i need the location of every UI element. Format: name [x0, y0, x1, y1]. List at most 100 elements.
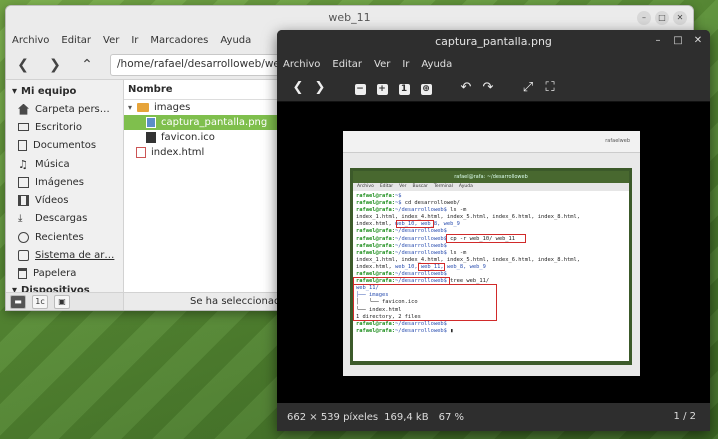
menu-archivo[interactable]: Archivo — [283, 59, 320, 70]
file-name: images — [154, 102, 191, 113]
terminal-menu-item: Archivo — [357, 184, 374, 189]
terminal-command: cd desarrolloweb/ — [401, 200, 460, 207]
terminal-prompt: rafael@rafa: — [356, 193, 395, 199]
image-canvas[interactable]: rafaelweb rafael@rafa: ~/desarrolloweb A… — [277, 102, 710, 403]
toggle-sidebar-button[interactable]: ▣ — [54, 294, 70, 309]
image-viewer-window: captura_pantalla.png – □ ✕ Archivo Edita… — [277, 30, 710, 431]
sidebar-bottom-bar: ▬ 1c ▣ — [6, 292, 123, 310]
zoom-normal-icon: 1 — [398, 84, 410, 95]
sidebar-item-label: Recientes — [35, 231, 84, 243]
sidebar-heading: Mi equipo — [21, 86, 77, 97]
zoom-normal-button[interactable]: 1 — [393, 80, 415, 95]
trash-icon — [18, 268, 27, 280]
sidebar-item-videos[interactable]: Vídeos — [6, 191, 123, 209]
sidebar-section-header[interactable]: ▾ Mi equipo — [6, 80, 123, 100]
terminal-output: rafael@rafa:~$ rafael@rafa:~$ cd desarrol… — [353, 191, 629, 361]
sidebar-item-home[interactable]: Carpeta pers… — [6, 100, 123, 118]
expand-arrow-icon[interactable]: ▾ — [128, 103, 132, 112]
terminal-menu: Archivo Editar Ver Buscar Terminal Ayuda — [353, 183, 629, 191]
menu-ayuda[interactable]: Ayuda — [220, 35, 251, 46]
next-image-button[interactable]: ❯ — [309, 80, 331, 95]
sidebar: ▾ Mi equipo Carpeta pers… Escritorio Doc… — [6, 80, 124, 310]
zoom-in-icon: + — [376, 84, 388, 95]
menu-editar[interactable]: Editar — [332, 59, 362, 70]
terminal-prompt: rafael@rafa: — [356, 242, 395, 249]
forward-button[interactable]: ❯ — [46, 57, 64, 73]
zoom-in-button[interactable]: + — [371, 80, 393, 95]
downloads-icon: ⤓ — [18, 213, 23, 225]
menubar: Archivo Editar Ver Ir Ayuda — [277, 54, 710, 74]
sidebar-item-desktop[interactable]: Escritorio — [6, 118, 123, 136]
sidebar-item-pictures[interactable]: Imágenes — [6, 173, 123, 191]
sidebar-item-label: Carpeta pers… — [35, 103, 110, 115]
highlight-web11 — [418, 263, 445, 271]
image-file-size: 169,4 kB — [384, 411, 429, 423]
terminal-menu-item: Ver — [399, 184, 407, 189]
screenshot-top-panel: rafaelweb — [343, 131, 640, 153]
menu-ver[interactable]: Ver — [374, 59, 390, 70]
file-name: favicon.ico — [161, 132, 215, 143]
sidebar-item-label: Vídeos — [35, 195, 69, 207]
recent-icon — [18, 231, 29, 243]
terminal-line: rafael@rafa:~/desarrolloweb$ — [356, 321, 626, 328]
slideshow-button[interactable]: ⛶ — [539, 80, 561, 95]
menu-ayuda[interactable]: Ayuda — [421, 59, 452, 70]
terminal-output-text: index_1.html, index_4.html, index_5.html… — [356, 214, 580, 221]
fullscreen-button[interactable]: ⤢ — [517, 80, 539, 95]
window-title: captura_pantalla.png — [435, 35, 552, 48]
menu-ver[interactable]: Ver — [103, 35, 119, 46]
zoom-out-icon: − — [354, 84, 366, 95]
sidebar-item-label: Descargas — [35, 213, 88, 225]
minimize-button[interactable]: – — [652, 35, 664, 47]
terminal-line: rafael@rafa:~$ — [356, 193, 626, 200]
maximize-button[interactable]: □ — [655, 11, 669, 25]
terminal-path: ~/desarrolloweb$ — [394, 327, 447, 334]
terminal-prompt: rafael@rafa: — [356, 327, 395, 334]
menu-editar[interactable]: Editar — [61, 35, 91, 46]
menu-marcadores[interactable]: Marcadores — [150, 35, 208, 46]
viewer-toolbar: ❮ ❯ − + 1 ⊕ ↶ ↷ ⤢ ⛶ — [277, 74, 710, 102]
terminal-prompt: rafael@rafa: — [356, 320, 395, 327]
sidebar-item-documents[interactable]: Documentos — [6, 137, 123, 155]
image-counter: 1 / 2 — [673, 411, 696, 422]
terminal-path: ~/desarrolloweb$ — [394, 320, 447, 327]
sidebar-item-trash[interactable]: Papelera — [6, 265, 123, 283]
tree-view-button[interactable]: 1c — [32, 294, 48, 309]
close-button[interactable]: ✕ — [692, 35, 704, 47]
terminal-command: ▮ — [446, 327, 454, 334]
minimize-button[interactable]: – — [637, 11, 651, 25]
sidebar-item-label: Sistema de ar… — [35, 250, 115, 262]
back-button[interactable]: ❮ — [14, 57, 32, 73]
sidebar-item-music[interactable]: ♫ Música — [6, 155, 123, 173]
terminal-line: rafael@rafa:~/desarrolloweb$ ▮ — [356, 328, 626, 335]
terminal-line: rafael@rafa:~/desarrolloweb$ — [356, 243, 626, 250]
sidebar-item-recent[interactable]: Recientes — [6, 228, 123, 246]
zoom-out-button[interactable]: − — [349, 80, 371, 95]
file-manager-titlebar[interactable]: web_11 – □ ✕ — [6, 6, 693, 30]
places-view-button[interactable]: ▬ — [10, 294, 26, 309]
up-button[interactable]: ⌃ — [78, 57, 96, 73]
maximize-button[interactable]: □ — [672, 35, 684, 47]
menu-archivo[interactable]: Archivo — [12, 35, 49, 46]
sidebar-item-filesystem[interactable]: Sistema de ar… — [6, 246, 123, 264]
close-button[interactable]: ✕ — [673, 11, 687, 25]
terminal-path: ~/desarrolloweb$ — [394, 249, 447, 256]
viewer-status-bar: 662 × 539 píxeles 169,4 kB 67 % 1 / 2 — [277, 403, 710, 431]
ico-file-icon — [146, 132, 156, 143]
terminal-line: rafael@rafa:~/desarrolloweb$ ls -m — [356, 207, 626, 214]
rotate-right-button[interactable]: ↷ — [477, 80, 499, 95]
menu-ir[interactable]: Ir — [131, 35, 138, 46]
sidebar-item-downloads[interactable]: ⤓ Descargas — [6, 210, 123, 228]
terminal-path: ~/desarrolloweb$ — [394, 228, 447, 235]
home-icon — [18, 103, 29, 115]
folder-icon — [137, 103, 150, 112]
terminal-menu-item: Editar — [379, 184, 394, 189]
zoom-fit-button[interactable]: ⊕ — [415, 80, 437, 95]
html-file-icon — [136, 147, 146, 158]
terminal-menu-item: Ayuda — [458, 184, 473, 189]
image-viewer-titlebar[interactable]: captura_pantalla.png – □ ✕ — [277, 30, 710, 54]
previous-image-button[interactable]: ❮ — [287, 80, 309, 95]
menu-ir[interactable]: Ir — [402, 59, 409, 70]
rotate-left-button[interactable]: ↶ — [455, 80, 477, 95]
terminal-line: index_1.html, index_4.html, index_5.html… — [356, 257, 626, 264]
